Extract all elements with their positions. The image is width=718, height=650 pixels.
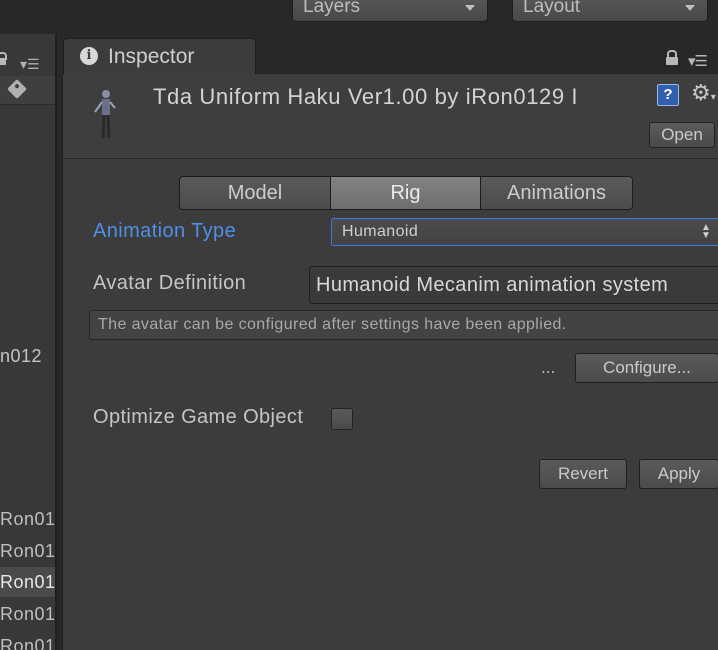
asset-header: Tda Uniform Haku Ver1.00 by iRon0129 I ?… [63, 74, 718, 159]
optimize-game-object-label: Optimize Game Object [93, 406, 304, 428]
left-panel-header: ▾☰ [0, 48, 55, 76]
layout-dropdown-label: Layout [523, 0, 581, 17]
list-item[interactable]: Ron01 [0, 631, 55, 650]
menu-icon[interactable]: ▾☰ [688, 52, 708, 70]
open-button[interactable]: Open [649, 122, 715, 148]
help-icon[interactable]: ? [657, 84, 679, 106]
avatar-definition-label: Avatar Definition [93, 272, 247, 294]
animation-type-label: Animation Type [93, 220, 237, 242]
layout-dropdown[interactable]: Layout [512, 0, 708, 22]
list-item[interactable]: Ron01 [0, 504, 55, 534]
inspector-panel: Tda Uniform Haku Ver1.00 by iRon0129 I ?… [62, 74, 718, 650]
tag-filter[interactable] [0, 76, 55, 105]
tab-inspector[interactable]: i Inspector [63, 38, 256, 74]
lock-icon[interactable] [666, 50, 678, 66]
help-text: The avatar can be configured after setti… [98, 316, 567, 333]
tab-inspector-label: Inspector [108, 45, 195, 68]
list-item[interactable]: Ron01 [0, 536, 55, 566]
menu-icon[interactable]: ▾☰ [20, 56, 40, 73]
avatar-definition-select[interactable]: Humanoid Mecanim animation system [309, 266, 718, 304]
animation-type-select[interactable]: Humanoid [331, 218, 718, 246]
layers-dropdown[interactable]: Layers [292, 0, 488, 22]
lock-icon[interactable] [0, 52, 7, 65]
model-asset-icon [94, 90, 116, 139]
left-panel: ▾☰ n012 Ron01 Ron01 Ron01 Ron01 Ron01 [0, 34, 57, 650]
help-box: The avatar can be configured after setti… [89, 310, 718, 340]
gear-icon[interactable]: ⚙▾ [691, 80, 716, 106]
unity-editor: Layers Layout ▾☰ n012 Ron01 Ron01 Ron01 … [0, 0, 718, 650]
top-toolbar: Layers Layout [0, 0, 718, 34]
tab-animations[interactable]: Animations [481, 176, 633, 210]
list-item[interactable]: Ron01 [0, 599, 55, 629]
tab-rig[interactable]: Rig [331, 176, 481, 210]
layers-dropdown-label: Layers [303, 0, 361, 17]
list-item-selected[interactable]: Ron01 [0, 567, 55, 597]
tag-icon [7, 79, 27, 99]
updown-arrows-icon: ▲ ▼ [701, 222, 711, 241]
optimize-game-object-checkbox[interactable] [331, 408, 353, 430]
avatar-definition-value: Humanoid Mecanim animation system [316, 274, 669, 296]
tab-model[interactable]: Model [179, 176, 331, 210]
revert-button[interactable]: Revert [539, 459, 627, 489]
info-icon: i [80, 47, 98, 65]
asset-title: Tda Uniform Haku Ver1.00 by iRon0129 I [153, 84, 579, 109]
configure-button[interactable]: Configure... [575, 353, 718, 383]
ellipsis-text: ... [541, 358, 556, 377]
left-panel-label: n012 [0, 346, 43, 366]
chevron-down-icon [685, 5, 695, 11]
chevron-down-icon [465, 5, 475, 11]
animation-type-value: Humanoid [342, 223, 419, 240]
import-tabs: Model Rig Animations [179, 176, 633, 210]
apply-button[interactable]: Apply [639, 459, 718, 489]
